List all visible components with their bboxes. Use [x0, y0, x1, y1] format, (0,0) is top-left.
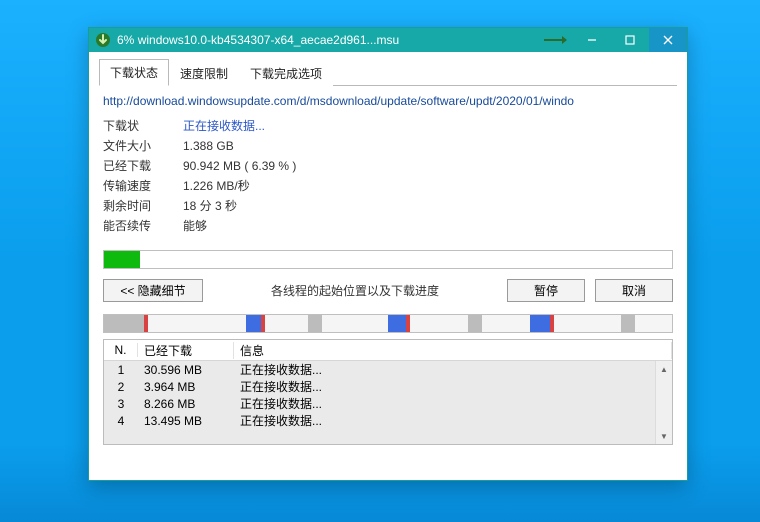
- rate-value: 1.226 MB/秒: [183, 176, 250, 196]
- tab-completion-options[interactable]: 下载完成选项: [239, 60, 333, 86]
- window-title: 6% windows10.0-kb4534307-x64_aecae2d961.…: [117, 28, 537, 52]
- status-value: 正在接收数据...: [183, 116, 265, 136]
- tab-status[interactable]: 下载状态: [99, 59, 169, 86]
- status-label: 下载状: [103, 116, 183, 136]
- desktop: 6% windows10.0-kb4534307-x64_aecae2d961.…: [0, 0, 760, 522]
- segment: [550, 315, 554, 332]
- cell-downloaded: 13.495 MB: [138, 414, 234, 428]
- cell-info: 正在接收数据...: [234, 395, 672, 412]
- pause-button[interactable]: 暂停: [507, 279, 585, 302]
- remain-label: 剩余时间: [103, 196, 183, 216]
- info-table: 下载状正在接收数据... 文件大小1.388 GB 已经下载90.942 MB …: [103, 116, 673, 236]
- segment: [406, 315, 410, 332]
- segment: [530, 315, 550, 332]
- threads-table: N. 已经下载 信息 130.596 MB正在接收数据...23.964 MB正…: [103, 339, 673, 445]
- hide-details-button[interactable]: << 隐藏细节: [103, 279, 203, 302]
- segment: [388, 315, 406, 332]
- progress-fill: [104, 251, 140, 268]
- cell-n: 1: [104, 363, 138, 377]
- resume-label: 能否续传: [103, 216, 183, 236]
- cell-info: 正在接收数据...: [234, 361, 672, 378]
- cell-n: 3: [104, 397, 138, 411]
- col-header-n[interactable]: N.: [104, 343, 138, 357]
- tab-speed-limit[interactable]: 速度限制: [169, 60, 239, 86]
- resume-value: 能够: [183, 216, 207, 236]
- content-area: http://download.windowsupdate.com/d/msdo…: [89, 86, 687, 236]
- download-window: 6% windows10.0-kb4534307-x64_aecae2d961.…: [88, 27, 688, 481]
- segment: [261, 315, 265, 332]
- cell-n: 4: [104, 414, 138, 428]
- scroll-up-icon[interactable]: ▲: [656, 361, 672, 377]
- threads-scrollbar[interactable]: ▲ ▼: [655, 361, 672, 444]
- close-button[interactable]: [649, 28, 687, 52]
- thread-caption: 各线程的起始位置以及下载进度: [203, 282, 507, 299]
- threads-header: N. 已经下载 信息: [104, 340, 672, 361]
- downloaded-value: 90.942 MB ( 6.39 % ): [183, 156, 296, 176]
- segment: [144, 315, 148, 332]
- titlebar[interactable]: 6% windows10.0-kb4534307-x64_aecae2d961.…: [89, 28, 687, 52]
- remain-value: 18 分 3 秒: [183, 196, 237, 216]
- segment: [246, 315, 261, 332]
- size-label: 文件大小: [103, 136, 183, 156]
- cell-downloaded: 30.596 MB: [138, 363, 234, 377]
- download-url: http://download.windowsupdate.com/d/msdo…: [103, 94, 673, 108]
- cell-n: 2: [104, 380, 138, 394]
- segment: [104, 315, 144, 332]
- cell-info: 正在接收数据...: [234, 412, 672, 429]
- cell-downloaded: 3.964 MB: [138, 380, 234, 394]
- window-controls: [573, 28, 687, 52]
- segment: [468, 315, 483, 332]
- maximize-button[interactable]: [611, 28, 649, 52]
- segment: [308, 315, 322, 332]
- titlebar-arrow-icon: [537, 36, 573, 44]
- segment-bar: [103, 314, 673, 333]
- scroll-down-icon[interactable]: ▼: [656, 428, 672, 444]
- threads-body: 130.596 MB正在接收数据...23.964 MB正在接收数据...38.…: [104, 361, 672, 444]
- cancel-button[interactable]: 取消: [595, 279, 673, 302]
- cell-downloaded: 8.266 MB: [138, 397, 234, 411]
- segment: [621, 315, 635, 332]
- tabs: 下载状态 速度限制 下载完成选项: [99, 60, 677, 86]
- table-row[interactable]: 413.495 MB正在接收数据...: [104, 412, 672, 429]
- progress-bar: [103, 250, 673, 269]
- button-row: << 隐藏细节 各线程的起始位置以及下载进度 暂停 取消: [103, 279, 673, 302]
- app-icon: [95, 32, 111, 48]
- col-header-downloaded[interactable]: 已经下载: [138, 342, 234, 359]
- col-header-info[interactable]: 信息: [234, 342, 672, 359]
- downloaded-label: 已经下载: [103, 156, 183, 176]
- minimize-button[interactable]: [573, 28, 611, 52]
- cell-info: 正在接收数据...: [234, 378, 672, 395]
- table-row[interactable]: 38.266 MB正在接收数据...: [104, 395, 672, 412]
- table-row[interactable]: 23.964 MB正在接收数据...: [104, 378, 672, 395]
- table-row[interactable]: 130.596 MB正在接收数据...: [104, 361, 672, 378]
- size-value: 1.388 GB: [183, 136, 234, 156]
- rate-label: 传输速度: [103, 176, 183, 196]
